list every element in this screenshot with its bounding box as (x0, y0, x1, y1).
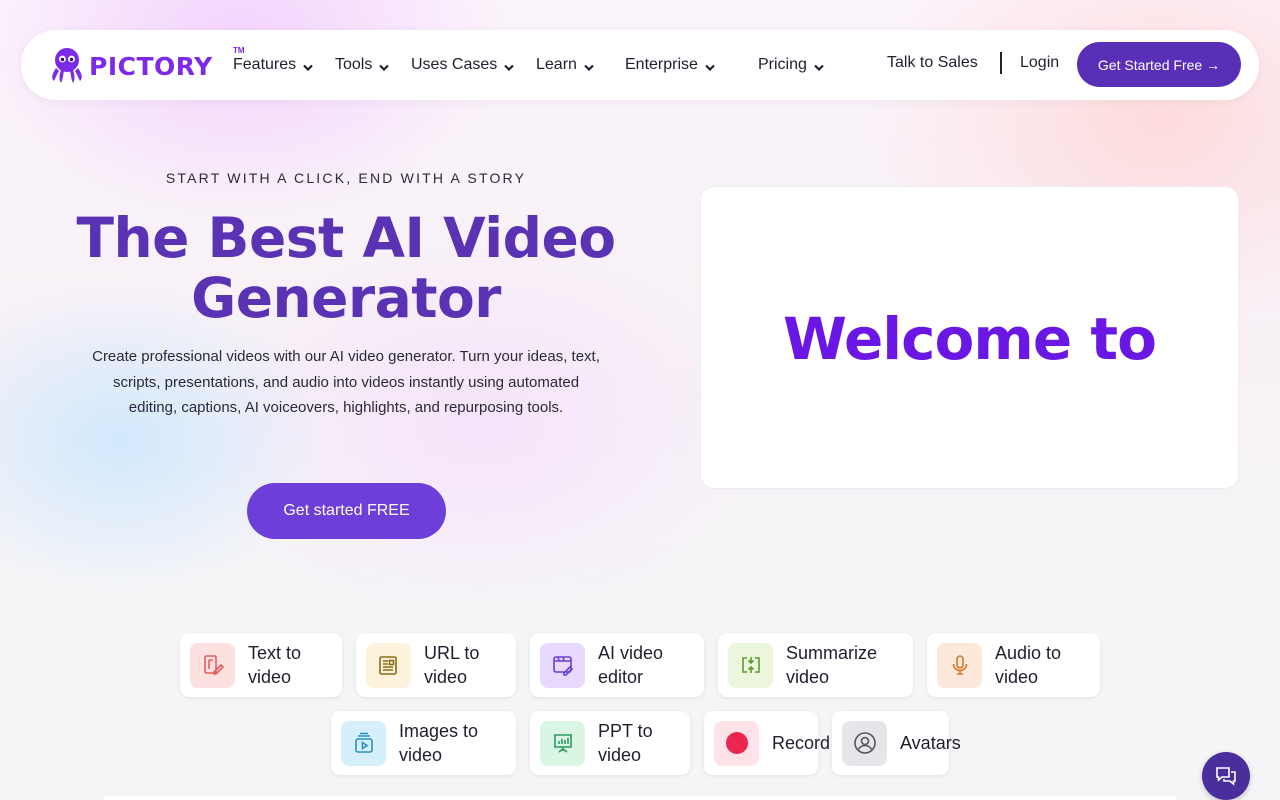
nav-enterprise[interactable]: Enterprise (625, 54, 715, 76)
talk-to-sales-link[interactable]: Talk to Sales (887, 54, 978, 72)
nav-features-label: Features (233, 56, 297, 73)
nav-use-cases[interactable]: Uses Cases (411, 54, 515, 76)
chevron-down-icon (705, 64, 715, 71)
tool-card-label: Text to video (248, 643, 302, 687)
hero-eyebrow: START WITH A CLICK, END WITH A STORY (165, 170, 527, 186)
chevron-down-icon (504, 64, 515, 71)
pictory-logo[interactable]: PICTORY TM (49, 46, 245, 86)
nav-enterprise-label: Enterprise (625, 56, 698, 73)
presentation-icon (540, 720, 585, 766)
microphone-icon (937, 642, 982, 688)
get-started-free-button[interactable]: Get Started Free → (1077, 42, 1241, 87)
chevron-down-icon (584, 64, 594, 71)
login-link[interactable]: Login (1020, 54, 1059, 72)
tool-card-avatars[interactable]: Avatars (832, 711, 961, 775)
top-navbar: PICTORY TM Features Tools Uses Cases Lea… (21, 30, 1259, 100)
nav-features[interactable]: Features (233, 54, 313, 76)
nav-learn-label: Learn (536, 56, 577, 73)
text-edit-icon (190, 642, 235, 688)
nav-divider (1000, 52, 1002, 74)
tool-card-label: Images to video (399, 721, 479, 765)
tool-card-audio-to-video[interactable]: Audio to video (927, 633, 1100, 697)
tool-card-summarize-video[interactable]: Summarize video (718, 633, 913, 697)
tool-card-label: URL to video (424, 643, 480, 687)
avatar-icon (842, 720, 887, 766)
nav-pricing-label: Pricing (758, 56, 807, 73)
nav-tools[interactable]: Tools (335, 54, 390, 76)
tool-card-url-to-video[interactable]: URL to video (356, 633, 516, 697)
octopus-logo-icon (52, 48, 82, 83)
hero-headline: The Best AI Video Generator (76, 206, 616, 330)
tool-card-label: PPT to video (598, 721, 653, 765)
nav-learn[interactable]: Learn (536, 54, 594, 76)
nav-pricing[interactable]: Pricing (758, 54, 824, 76)
chevron-down-icon (379, 64, 390, 71)
chevron-down-icon (814, 64, 824, 71)
hero-subtitle: Create professional videos with our AI v… (92, 348, 600, 416)
next-section-edge (100, 796, 1180, 800)
tool-card-ai-video-editor[interactable]: AI video editor (530, 633, 704, 697)
video-preview[interactable]: Welcome to (700, 186, 1239, 489)
article-icon (366, 642, 411, 688)
tool-card-ppt-to-video[interactable]: PPT to video (530, 711, 690, 775)
tool-card-label: Record (772, 733, 831, 753)
video-edit-icon (540, 642, 585, 688)
tool-card-label: AI video editor (598, 643, 664, 687)
chat-bubbles-icon (1216, 767, 1236, 786)
nav-use-cases-label: Uses Cases (411, 56, 498, 73)
get-started-free-hero-button[interactable]: Get started FREE (247, 483, 446, 539)
tool-card-label: Avatars (900, 733, 961, 753)
brand-name: PICTORY (89, 51, 213, 81)
image-stack-icon (341, 720, 386, 766)
tool-card-images-to-video[interactable]: Images to video (331, 711, 516, 775)
compress-icon (728, 642, 773, 688)
video-preview-text: Welcome to (783, 304, 1157, 373)
tool-card-label: Audio to video (995, 643, 1062, 687)
chat-widget-button[interactable] (1202, 752, 1250, 800)
nav-tools-label: Tools (335, 56, 373, 73)
chevron-down-icon (303, 64, 313, 71)
record-icon (714, 720, 759, 766)
tool-card-record[interactable]: Record (704, 711, 830, 775)
tool-card-label: Summarize video (786, 643, 878, 687)
tool-card-text-to-video[interactable]: Text to video (180, 633, 342, 697)
